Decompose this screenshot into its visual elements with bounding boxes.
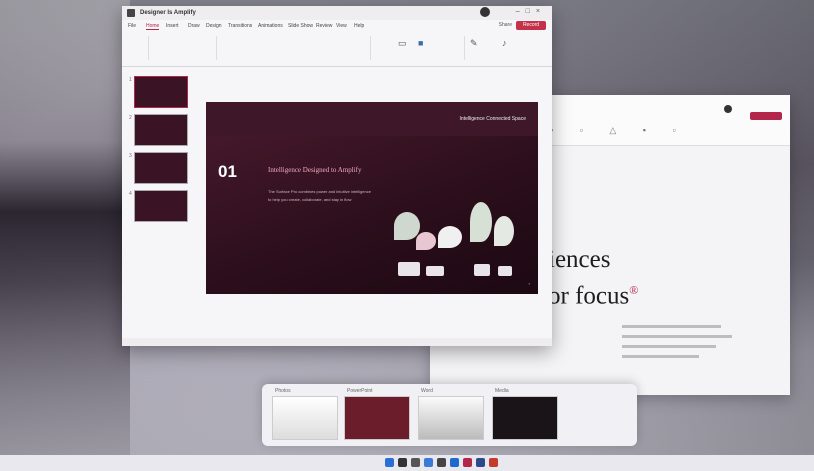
file-name: Designer Is Amplify <box>140 10 196 16</box>
word-taskbar-icon[interactable] <box>476 458 485 467</box>
font-group[interactable] <box>220 36 371 60</box>
switcher-window-powerpoint[interactable]: PowerPoint <box>344 388 410 440</box>
app-icon[interactable] <box>437 458 446 467</box>
window-controls[interactable]: –□× <box>516 8 546 15</box>
powerpoint-taskbar-icon[interactable] <box>463 458 472 467</box>
tab-insert[interactable]: Insert <box>166 23 179 29</box>
record-button[interactable] <box>750 112 782 120</box>
slide-thumbnail[interactable]: 3 <box>129 152 188 184</box>
slide-thumbnail[interactable]: 4 <box>129 190 188 222</box>
share-button[interactable]: Share <box>499 22 512 28</box>
tab-transitions[interactable]: Transitions <box>228 23 252 29</box>
start-icon[interactable] <box>385 458 394 467</box>
ribbon: ▭ ■ ✎ ♪ <box>122 32 552 67</box>
title-bar: Designer Is Amplify –□× <box>122 6 552 20</box>
ribbon-tabs: File Home Insert Draw Design Transitions… <box>122 20 552 32</box>
slide-page-number: ▪ <box>528 281 530 286</box>
designer-icon[interactable]: ✎ <box>470 38 478 49</box>
plants-image <box>386 192 536 282</box>
task-view-icon[interactable] <box>411 458 420 467</box>
slide-number: 01 <box>218 162 237 181</box>
powerpoint-window[interactable]: Designer Is Amplify –□× File Home Insert… <box>122 6 552 346</box>
task-switcher: Photos PowerPoint Word Media <box>262 384 637 446</box>
background-heading: iences or focus® <box>548 246 639 310</box>
tab-design[interactable]: Design <box>206 23 222 29</box>
slide-thumbnail[interactable]: 2 <box>129 114 188 146</box>
slide-body: The Surface Pro combines power and intui… <box>268 189 371 202</box>
taskbar-icons <box>385 458 498 468</box>
clipboard-group[interactable] <box>128 36 149 60</box>
slide-heading: Intelligence Designed to Amplify <box>268 166 362 174</box>
slide-thumbnail[interactable]: 1 <box>129 76 188 108</box>
tab-home[interactable]: Home <box>146 23 160 30</box>
switcher-window-photos[interactable]: Photos <box>272 388 338 440</box>
status-bar <box>122 338 552 346</box>
avatar[interactable] <box>480 7 490 17</box>
tab-file[interactable]: File <box>128 23 136 29</box>
background-paragraph <box>622 325 732 365</box>
search-icon[interactable] <box>398 458 407 467</box>
media-taskbar-icon[interactable] <box>489 458 498 467</box>
tab-view[interactable]: View <box>336 23 347 29</box>
tab-help[interactable]: Help <box>354 23 364 29</box>
shapes-icon[interactable]: ▭ <box>398 38 407 49</box>
slide-thumbnails: 1 2 3 4 <box>128 76 188 228</box>
slides-group[interactable] <box>152 36 217 60</box>
tab-animations[interactable]: Animations <box>258 23 283 29</box>
taskbar <box>0 455 814 471</box>
switcher-window-media[interactable]: Media <box>492 388 558 440</box>
slide-canvas[interactable]: Intelligence Connected Space 01 Intellig… <box>206 102 538 294</box>
record-button[interactable]: Record <box>516 21 546 30</box>
powerpoint-icon <box>127 9 135 17</box>
avatar[interactable] <box>724 105 732 113</box>
tab-draw[interactable]: Draw <box>188 23 200 29</box>
dictate-icon[interactable]: ♪ <box>502 38 507 48</box>
tab-slide-show[interactable]: Slide Show <box>288 23 313 29</box>
edge-icon[interactable] <box>450 458 459 467</box>
explorer-icon[interactable] <box>424 458 433 467</box>
tab-review[interactable]: Review <box>316 23 332 29</box>
toolbar-icons: ▪ ▫ △ ▪ ▫ <box>550 125 688 135</box>
switcher-window-word[interactable]: Word <box>418 388 484 440</box>
slide-nav: Intelligence Connected Space <box>459 116 526 122</box>
arrange-icon[interactable]: ■ <box>418 38 423 48</box>
